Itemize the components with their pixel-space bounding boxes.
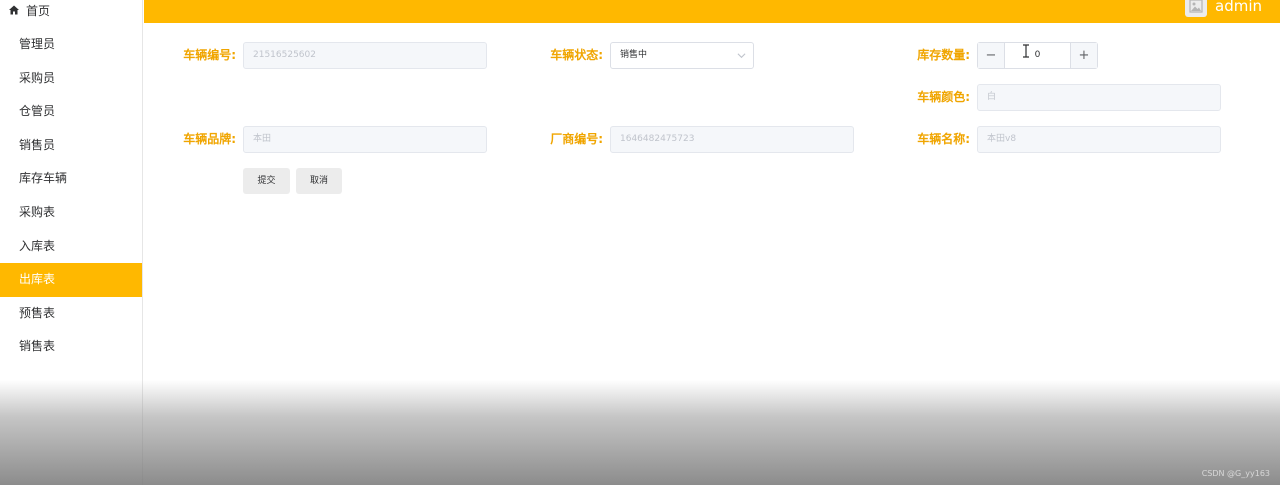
stock-qty-value[interactable]: 0 — [1005, 43, 1070, 68]
status-select[interactable]: 销售中 — [610, 42, 754, 69]
sidebar-home-label: 首页 — [26, 3, 51, 18]
sidebar-item-warehouse-keeper[interactable]: 仓管员 — [0, 95, 142, 129]
sidebar-item-stock-vehicles[interactable]: 库存车辆 — [0, 162, 142, 196]
maker-no-field[interactable]: 1646482475723 — [610, 126, 854, 153]
increment-button[interactable]: + — [1070, 43, 1097, 68]
sidebar-item-salesperson[interactable]: 销售员 — [0, 129, 142, 163]
color-label: 车辆颜色: — [917, 90, 970, 104]
sidebar-menu: 管理员 采购员 仓管员 销售员 库存车辆 采购表 入库表 出库表 预售表 销售表 — [0, 28, 142, 364]
submit-button[interactable]: 提交 — [243, 168, 290, 194]
sidebar-item-sales-table[interactable]: 销售表 — [0, 330, 142, 364]
sidebar-item-purchase-table[interactable]: 采购表 — [0, 196, 142, 230]
vehicle-name-field[interactable]: 本田v8 — [977, 126, 1221, 153]
sidebar-item-presale-table[interactable]: 预售表 — [0, 297, 142, 331]
header-bar: admin — [144, 0, 1280, 23]
watermark: CSDN @G_yy163 — [1201, 469, 1270, 478]
username: admin — [1215, 0, 1262, 15]
vehicle-no-label: 车辆编号: — [183, 48, 236, 62]
sidebar-item-admin[interactable]: 管理员 — [0, 28, 142, 62]
text-cursor-icon — [1023, 44, 1029, 58]
user-menu[interactable]: admin — [1185, 0, 1262, 18]
sidebar-item-outbound-table[interactable]: 出库表 — [0, 263, 142, 297]
bottom-shade — [0, 380, 1280, 485]
cancel-button[interactable]: 取消 — [296, 168, 342, 194]
brand-label: 车辆品牌: — [183, 132, 236, 146]
sidebar-item-inbound-table[interactable]: 入库表 — [0, 230, 142, 264]
image-placeholder-icon — [1189, 0, 1203, 13]
sidebar-item-purchaser[interactable]: 采购员 — [0, 62, 142, 96]
maker-no-label: 厂商编号: — [550, 132, 603, 146]
color-field[interactable]: 白 — [977, 84, 1221, 111]
stock-qty-stepper[interactable]: − 0 + — [977, 42, 1098, 69]
brand-field[interactable]: 本田 — [243, 126, 487, 153]
decrement-button[interactable]: − — [978, 43, 1005, 68]
chevron-down-icon — [737, 53, 746, 59]
home-icon — [8, 4, 20, 16]
sidebar-item-home[interactable]: 首页 — [0, 0, 142, 20]
status-select-value: 销售中 — [620, 50, 648, 60]
stock-qty-label: 库存数量: — [917, 48, 970, 62]
status-label: 车辆状态: — [550, 48, 603, 62]
vehicle-no-field[interactable]: 21516525602 — [243, 42, 487, 69]
sidebar: 首页 管理员 采购员 仓管员 销售员 库存车辆 采购表 入库表 出库表 预售表 … — [0, 0, 143, 485]
vehicle-name-label: 车辆名称: — [917, 132, 970, 146]
avatar[interactable] — [1185, 0, 1207, 17]
